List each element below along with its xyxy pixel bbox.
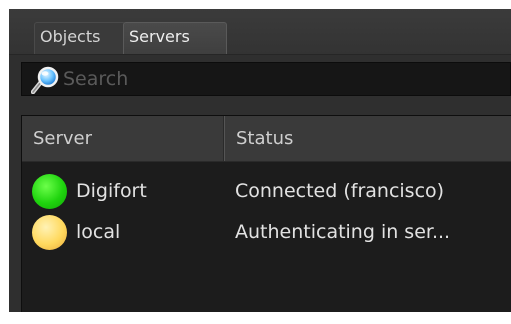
yellow-status-icon	[32, 215, 67, 250]
server-status: Authenticating in ser...	[235, 221, 451, 243]
screen: Objects Servers Search Server Status Dig…	[0, 0, 511, 324]
server-status: Connected (francisco)	[235, 180, 445, 202]
server-name: Digifort	[76, 180, 147, 202]
server-list: Server Status Digifort Connected (franci…	[21, 115, 511, 312]
magnifier-icon	[31, 66, 59, 94]
table-row[interactable]: local Authenticating in ser...	[22, 211, 511, 251]
tab-bar: Objects Servers	[9, 9, 511, 55]
green-status-icon	[32, 174, 67, 209]
tab-servers[interactable]: Servers	[123, 22, 227, 54]
column-header-status[interactable]: Status	[224, 116, 511, 161]
server-name: local	[76, 221, 121, 243]
tab-servers-label: Servers	[129, 27, 190, 46]
tab-objects[interactable]: Objects	[34, 22, 126, 54]
table-row[interactable]: Digifort Connected (francisco)	[22, 170, 511, 210]
table-header: Server Status	[22, 116, 511, 162]
search-input[interactable]	[63, 63, 503, 95]
column-header-server[interactable]: Server	[22, 116, 224, 161]
search-bar	[21, 62, 511, 96]
servers-panel: Objects Servers Search Server Status Dig…	[9, 9, 511, 312]
tab-objects-label: Objects	[40, 27, 101, 46]
